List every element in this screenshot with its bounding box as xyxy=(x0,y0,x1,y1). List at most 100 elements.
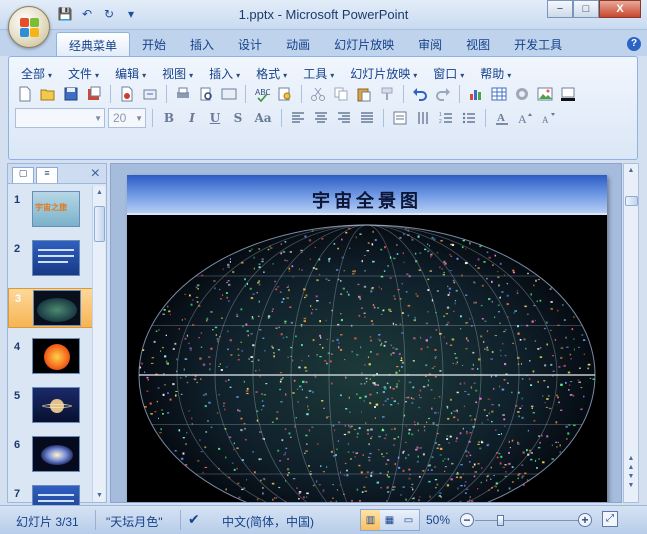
export-pdf-icon[interactable] xyxy=(117,84,137,104)
minimize-button[interactable]: − xyxy=(547,0,573,18)
change-case-button[interactable]: Aa xyxy=(251,108,275,128)
zoom-out-icon[interactable]: − xyxy=(460,513,474,527)
insert-picture-icon[interactable] xyxy=(535,84,555,104)
slide-editing-area: 宇宙全景图 xyxy=(110,163,622,503)
align-right-icon[interactable] xyxy=(334,108,354,128)
slide-title[interactable]: 宇宙全景图 xyxy=(127,187,607,213)
align-center-icon[interactable] xyxy=(311,108,331,128)
tab-6[interactable]: 审阅 xyxy=(406,32,454,56)
previous-slide-icon[interactable]: ▲ ▲ xyxy=(624,454,638,472)
zoom-slider[interactable] xyxy=(475,515,585,526)
ribbon-tabs: 经典菜单 开始 插入 设计 动画 幻灯片放映 审阅 视图 开发工具 xyxy=(56,32,574,56)
svg-text:2: 2 xyxy=(439,119,442,125)
menu-item[interactable]: 帮助 ▾ xyxy=(474,63,521,81)
help-icon[interactable]: ? xyxy=(627,37,641,51)
grow-font-icon[interactable]: A xyxy=(515,108,535,128)
shadow-button[interactable]: S xyxy=(228,108,248,128)
font-size-combo[interactable]: 20 ▼ xyxy=(108,108,146,128)
paste-icon[interactable] xyxy=(354,84,374,104)
slide-show-icon[interactable] xyxy=(219,84,239,104)
format-painter-icon[interactable] xyxy=(377,84,397,104)
tab-1[interactable]: 开始 xyxy=(130,32,178,56)
undo-icon[interactable] xyxy=(410,84,430,104)
tab-slides[interactable]: ▢ xyxy=(12,167,34,183)
editor-scrollbar[interactable]: ▲ ▲ ▲ ▼ ▼ xyxy=(623,163,639,503)
menu-item[interactable]: 幻灯片放映 ▾ xyxy=(344,63,427,81)
language-indicator[interactable]: 中文(简体，中国) xyxy=(222,513,314,530)
redo-icon[interactable] xyxy=(433,84,453,104)
scroll-thumb[interactable] xyxy=(94,206,105,242)
tab-7[interactable]: 视图 xyxy=(454,32,502,56)
scroll-down-icon[interactable]: ▼ xyxy=(93,489,106,502)
menu-item[interactable]: 窗口 ▾ xyxy=(427,63,474,81)
underline-button[interactable]: U xyxy=(205,108,225,128)
tab-5[interactable]: 幻灯片放映 xyxy=(322,32,406,56)
close-button[interactable]: X xyxy=(599,0,641,18)
maximize-button[interactable]: □ xyxy=(573,0,599,18)
slide-show-view-icon[interactable]: ▭ xyxy=(399,510,418,530)
fill-color-icon[interactable] xyxy=(558,84,578,104)
tab-2[interactable]: 插入 xyxy=(178,32,226,56)
copy-icon[interactable] xyxy=(331,84,351,104)
scroll-up-icon[interactable]: ▲ xyxy=(624,164,638,177)
menu-item[interactable]: 视图 ▾ xyxy=(156,63,203,81)
open-folder-icon[interactable] xyxy=(38,84,58,104)
slide-thumbnail-item[interactable]: 5 xyxy=(8,386,94,426)
chevron-down-icon: ▾ xyxy=(236,71,241,80)
text-direction-icon[interactable] xyxy=(413,108,433,128)
cut-icon[interactable] xyxy=(308,84,328,104)
justify-icon[interactable] xyxy=(357,108,377,128)
attachment-icon[interactable] xyxy=(140,84,160,104)
slide-thumbnail-item[interactable]: 6 xyxy=(8,435,94,475)
insert-table-icon[interactable] xyxy=(489,84,509,104)
zoom-in-icon[interactable]: + xyxy=(578,513,592,527)
permission-icon[interactable] xyxy=(84,84,104,104)
font-color-icon[interactable]: A xyxy=(492,108,512,128)
slide-thumbnail-item[interactable]: 3 xyxy=(8,288,94,328)
menu-item[interactable]: 插入 ▾ xyxy=(203,63,250,81)
research-icon[interactable] xyxy=(275,84,295,104)
align-left-icon[interactable] xyxy=(288,108,308,128)
tab-0[interactable]: 经典菜单 xyxy=(56,32,131,56)
zoom-slider-knob[interactable] xyxy=(497,515,504,526)
clip-art-icon[interactable] xyxy=(512,84,532,104)
tab-outline[interactable]: ≡ xyxy=(36,167,58,183)
insert-chart-icon[interactable] xyxy=(466,84,486,104)
normal-view-icon[interactable]: ▥ xyxy=(361,510,380,530)
slide-thumbnail-item[interactable]: 1 宇宙之旅 xyxy=(8,190,94,230)
tab-4[interactable]: 动画 xyxy=(274,32,322,56)
fit-to-window-icon[interactable]: ⤢ xyxy=(602,511,618,527)
slide-thumbnail-item[interactable]: 2 xyxy=(8,239,94,279)
new-document-icon[interactable] xyxy=(15,84,35,104)
tab-8[interactable]: 开发工具 xyxy=(502,32,574,56)
scroll-thumb[interactable] xyxy=(625,196,638,206)
window-controls: − □ X xyxy=(547,0,641,18)
spelling-icon[interactable]: ABC xyxy=(252,84,272,104)
menu-item[interactable]: 工具 ▾ xyxy=(297,63,344,81)
menu-item[interactable]: 全部 ▾ xyxy=(15,63,62,81)
slide-sorter-view-icon[interactable]: ▦ xyxy=(380,510,399,530)
save-icon[interactable] xyxy=(61,84,81,104)
scroll-up-icon[interactable]: ▲ xyxy=(93,186,106,199)
office-button[interactable] xyxy=(8,6,50,48)
print-icon[interactable] xyxy=(173,84,193,104)
menu-item[interactable]: 格式 ▾ xyxy=(250,63,297,81)
close-panel-icon[interactable]: × xyxy=(91,165,100,183)
numbering-icon[interactable]: 12 xyxy=(436,108,456,128)
spell-check-icon[interactable]: ✔ xyxy=(188,511,200,528)
text-box-icon[interactable] xyxy=(390,108,410,128)
slide-thumbnail-item[interactable]: 4 xyxy=(8,337,94,377)
italic-button[interactable]: I xyxy=(182,108,202,128)
menu-item[interactable]: 文件 ▾ xyxy=(62,63,109,81)
slides-panel-scrollbar[interactable]: ▲ ▼ xyxy=(92,186,105,502)
next-slide-icon[interactable]: ▼ ▼ xyxy=(624,472,638,490)
menu-item[interactable]: 编辑 ▾ xyxy=(109,63,156,81)
font-name-combo[interactable]: ▼ xyxy=(15,108,105,128)
print-preview-icon[interactable] xyxy=(196,84,216,104)
zoom-level[interactable]: 50% xyxy=(426,513,450,527)
bullets-icon[interactable] xyxy=(459,108,479,128)
current-slide[interactable]: 宇宙全景图 xyxy=(127,175,607,502)
bold-button[interactable]: B xyxy=(159,108,179,128)
tab-3[interactable]: 设计 xyxy=(226,32,274,56)
shrink-font-icon[interactable]: A xyxy=(538,108,558,128)
